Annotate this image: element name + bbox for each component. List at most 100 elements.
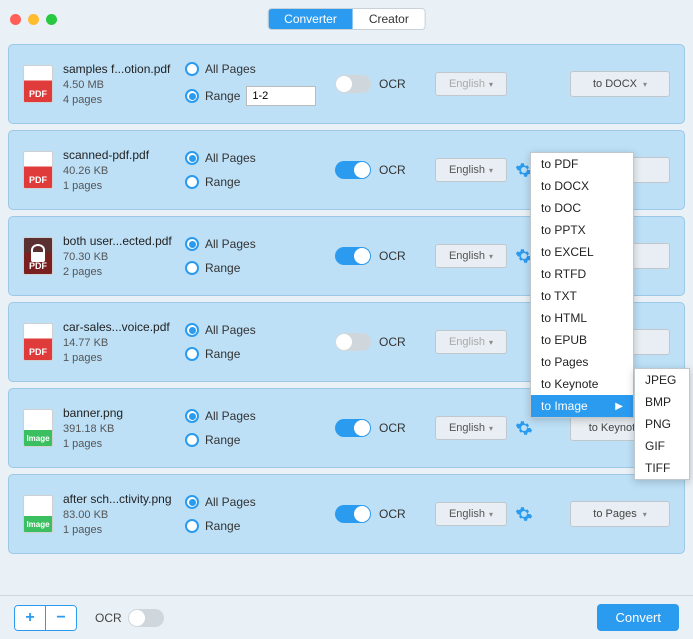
file-pages: 4 pages (63, 94, 175, 106)
ocr-group: OCR (335, 505, 425, 523)
ocr-label: OCR (379, 507, 406, 521)
file-size: 4.50 MB (63, 79, 175, 91)
language-select[interactable]: English▾ (435, 158, 507, 182)
tab-creator[interactable]: Creator (353, 9, 425, 29)
radio-range[interactable] (185, 175, 199, 189)
file-meta: samples f...otion.pdf4.50 MB4 pages (63, 62, 175, 106)
zoom-window[interactable] (46, 14, 57, 25)
language-select[interactable]: English▾ (435, 416, 507, 440)
file-meta: both user...ected.pdf70.30 KB2 pages (63, 234, 175, 278)
dropdown-item[interactable]: to TXT (531, 285, 633, 307)
ocr-toggle[interactable] (335, 75, 371, 93)
all-pages-label: All Pages (205, 151, 256, 165)
language-select[interactable]: English▾ (435, 330, 507, 354)
dropdown-item[interactable]: to DOCX (531, 175, 633, 197)
page-range-group: All PagesRange (185, 62, 325, 106)
convert-button[interactable]: Convert (597, 604, 679, 631)
all-pages-label: All Pages (205, 237, 256, 251)
radio-all-pages[interactable] (185, 151, 199, 165)
radio-range[interactable] (185, 347, 199, 361)
language-select[interactable]: English▾ (435, 244, 507, 268)
radio-all-pages[interactable] (185, 409, 199, 423)
dropdown-item[interactable]: to Pages (531, 351, 633, 373)
submenu-item[interactable]: BMP (635, 391, 689, 413)
page-range-group: All PagesRange (185, 323, 325, 361)
radio-range[interactable] (185, 89, 199, 103)
mode-segmented-control: Converter Creator (267, 8, 426, 30)
submenu-item[interactable]: JPEG (635, 369, 689, 391)
add-remove-group: + − (14, 605, 77, 631)
footer-ocr-group: OCR (95, 609, 164, 627)
radio-all-pages[interactable] (185, 237, 199, 251)
image-format-submenu: JPEGBMPPNGGIFTIFF (634, 368, 690, 480)
add-file-button[interactable]: + (15, 606, 45, 630)
dropdown-item[interactable]: to Image▶ (531, 395, 633, 417)
language-group: English▾ (435, 502, 533, 526)
chevron-down-icon: ▾ (643, 510, 647, 519)
ocr-toggle[interactable] (335, 505, 371, 523)
file-meta: banner.png391.18 KB1 pages (63, 406, 175, 450)
ocr-settings-gear-icon[interactable] (515, 505, 533, 523)
dropdown-item[interactable]: to DOC (531, 197, 633, 219)
radio-all-pages[interactable] (185, 62, 199, 76)
ocr-toggle[interactable] (335, 161, 371, 179)
dropdown-item[interactable]: to EXCEL (531, 241, 633, 263)
file-meta: after sch...ctivity.png83.00 KB1 pages (63, 492, 175, 536)
range-label: Range (205, 519, 240, 533)
output-format-label: to DOCX (593, 78, 637, 90)
footer-ocr-toggle[interactable] (128, 609, 164, 627)
footer-ocr-label: OCR (95, 611, 122, 625)
file-type-icon: PDF (23, 237, 53, 275)
remove-file-button[interactable]: − (46, 606, 76, 630)
file-pages: 1 pages (63, 180, 175, 192)
dropdown-item[interactable]: to PPTX (531, 219, 633, 241)
radio-all-pages[interactable] (185, 495, 199, 509)
language-group: English▾ (435, 330, 507, 354)
ocr-label: OCR (379, 77, 406, 91)
minimize-window[interactable] (28, 14, 39, 25)
ocr-group: OCR (335, 161, 425, 179)
file-pages: 1 pages (63, 524, 175, 536)
ocr-toggle[interactable] (335, 247, 371, 265)
file-row[interactable]: Imageafter sch...ctivity.png83.00 KB1 pa… (8, 474, 685, 554)
dropdown-item[interactable]: to RTFD (531, 263, 633, 285)
radio-range[interactable] (185, 519, 199, 533)
submenu-item[interactable]: PNG (635, 413, 689, 435)
radio-all-pages[interactable] (185, 323, 199, 337)
output-format-label: to Pages (593, 508, 636, 520)
file-type-icon: Image (23, 409, 53, 447)
file-size: 83.00 KB (63, 509, 175, 521)
file-size: 14.77 KB (63, 337, 175, 349)
language-select[interactable]: English▾ (435, 502, 507, 526)
chevron-down-icon: ▾ (643, 80, 647, 89)
dropdown-item[interactable]: to PDF (531, 153, 633, 175)
range-label: Range (205, 175, 240, 189)
range-input[interactable] (246, 86, 316, 106)
file-size: 40.26 KB (63, 165, 175, 177)
ocr-label: OCR (379, 335, 406, 349)
ocr-label: OCR (379, 249, 406, 263)
output-format-select[interactable]: to Pages ▾ (570, 501, 670, 527)
close-window[interactable] (10, 14, 21, 25)
dropdown-item[interactable]: to HTML (531, 307, 633, 329)
ocr-toggle[interactable] (335, 333, 371, 351)
file-row[interactable]: PDFsamples f...otion.pdf4.50 MB4 pagesAl… (8, 44, 685, 124)
ocr-label: OCR (379, 163, 406, 177)
output-format-select[interactable]: to DOCX ▾ (570, 71, 670, 97)
range-label: Range (205, 89, 240, 103)
ocr-toggle[interactable] (335, 419, 371, 437)
radio-range[interactable] (185, 433, 199, 447)
file-type-icon: PDF (23, 151, 53, 189)
ocr-group: OCR (335, 419, 425, 437)
dropdown-item[interactable]: to Keynote (531, 373, 633, 395)
titlebar: Converter Creator (0, 0, 693, 38)
language-select[interactable]: English▾ (435, 72, 507, 96)
dropdown-item[interactable]: to EPUB (531, 329, 633, 351)
tab-converter[interactable]: Converter (268, 9, 353, 29)
file-pages: 1 pages (63, 438, 175, 450)
submenu-item[interactable]: GIF (635, 435, 689, 457)
page-range-group: All PagesRange (185, 409, 325, 447)
radio-range[interactable] (185, 261, 199, 275)
submenu-item[interactable]: TIFF (635, 457, 689, 479)
ocr-settings-gear-icon[interactable] (515, 419, 533, 437)
